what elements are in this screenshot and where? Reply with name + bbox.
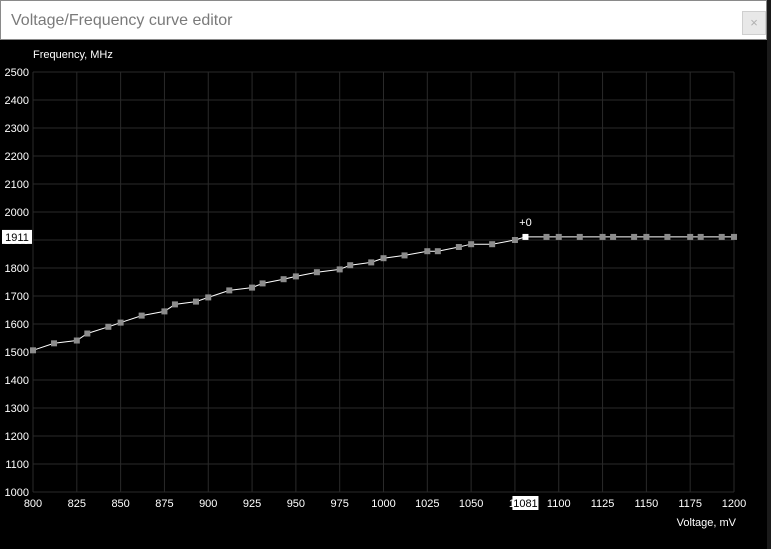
y-tick-label: 1800 — [5, 263, 29, 275]
curve-point[interactable] — [687, 233, 694, 240]
curve-point[interactable] — [731, 233, 737, 240]
window-edge — [767, 0, 771, 549]
x-tick-label: 1200 — [722, 498, 746, 510]
y-tick-label: 2500 — [5, 67, 29, 79]
curve-point[interactable] — [718, 233, 725, 240]
curve-point[interactable] — [489, 241, 496, 248]
voltage-readout: 1081 — [513, 498, 537, 510]
curve-point[interactable] — [511, 237, 518, 243]
y-tick-label: 1600 — [5, 319, 29, 331]
x-tick-label: 900 — [199, 498, 217, 510]
curve-point[interactable] — [292, 273, 299, 280]
curve-point[interactable] — [51, 340, 58, 347]
offset-label: +0 — [519, 217, 532, 229]
curve-point[interactable] — [73, 337, 80, 344]
vf-curve-chart[interactable]: 1000110012001300140015001600170018001900… — [0, 0, 767, 549]
x-tick-label: 1175 — [678, 498, 702, 510]
x-axis-title: Voltage, mV — [677, 517, 737, 529]
curve-point[interactable] — [105, 323, 112, 330]
curve-point[interactable] — [138, 312, 145, 319]
x-axis-ticks: 8008258508759009259509751000102510501011… — [24, 498, 746, 510]
curve-point[interactable] — [599, 233, 606, 240]
x-tick-label: 1050 — [459, 498, 483, 510]
curve-point[interactable] — [336, 266, 343, 273]
curve-point[interactable] — [205, 294, 212, 301]
y-tick-label: 2100 — [5, 179, 29, 191]
curve-point[interactable] — [30, 347, 36, 354]
curve-point[interactable] — [171, 301, 178, 308]
curve-point[interactable] — [468, 241, 475, 248]
curve-point[interactable] — [697, 233, 704, 240]
y-tick-label: 1300 — [5, 403, 29, 415]
x-tick-label: 1100 — [547, 498, 571, 510]
curve-point[interactable] — [249, 284, 256, 291]
curve-point[interactable] — [555, 233, 562, 240]
curve-point[interactable] — [259, 280, 266, 287]
curve-point[interactable] — [631, 233, 638, 240]
y-tick-label: 2300 — [5, 123, 29, 135]
x-tick-label: 1025 — [415, 498, 439, 510]
curve-point[interactable] — [347, 262, 354, 269]
curve-point[interactable] — [368, 259, 375, 266]
x-tick-label: 1000 — [371, 498, 395, 510]
curve-point[interactable] — [84, 330, 91, 337]
x-tick-label: 850 — [111, 498, 129, 510]
x-tick-label: 950 — [287, 498, 305, 510]
curve-point[interactable] — [280, 276, 287, 283]
selected-curve-point[interactable] — [522, 233, 529, 240]
curve-point[interactable] — [192, 298, 199, 305]
frequency-readout: 1911 — [5, 232, 29, 244]
curve-point[interactable] — [543, 233, 550, 240]
x-tick-label: 875 — [155, 498, 173, 510]
x-tick-label: 1125 — [591, 498, 615, 510]
curve-point[interactable] — [161, 308, 168, 315]
curve-point[interactable] — [313, 269, 320, 276]
y-tick-label: 2400 — [5, 95, 29, 107]
y-axis-title: Frequency, MHz — [33, 49, 113, 61]
x-tick-label: 925 — [243, 498, 261, 510]
y-tick-label: 1700 — [5, 291, 29, 303]
y-tick-label: 1500 — [5, 347, 29, 359]
x-tick-label: 825 — [68, 498, 86, 510]
x-tick-label: 975 — [331, 498, 349, 510]
curve-point[interactable] — [610, 233, 617, 240]
y-tick-label: 2200 — [5, 151, 29, 163]
y-tick-label: 1200 — [5, 431, 29, 443]
curve-point[interactable] — [664, 233, 671, 240]
x-tick-label: 800 — [24, 498, 42, 510]
curve-point[interactable] — [401, 252, 408, 259]
y-axis-ticks: 1000110012001300140015001600170018001900… — [5, 67, 29, 499]
curve-point[interactable] — [380, 255, 387, 262]
y-tick-label: 1400 — [5, 375, 29, 387]
chart-grid — [32, 71, 735, 493]
curve-point[interactable] — [226, 287, 233, 294]
y-tick-label: 2000 — [5, 207, 29, 219]
curve-point[interactable] — [455, 244, 462, 250]
curve-point[interactable] — [424, 248, 431, 255]
curve-point[interactable] — [434, 248, 441, 255]
curve-point[interactable] — [643, 233, 650, 240]
curve-point[interactable] — [576, 233, 583, 240]
x-tick-label: 1150 — [635, 498, 659, 510]
cursor-overlay: 1911 1081 +0 — [2, 217, 539, 510]
y-tick-label: 1100 — [5, 459, 29, 471]
curve-point[interactable] — [117, 319, 124, 326]
